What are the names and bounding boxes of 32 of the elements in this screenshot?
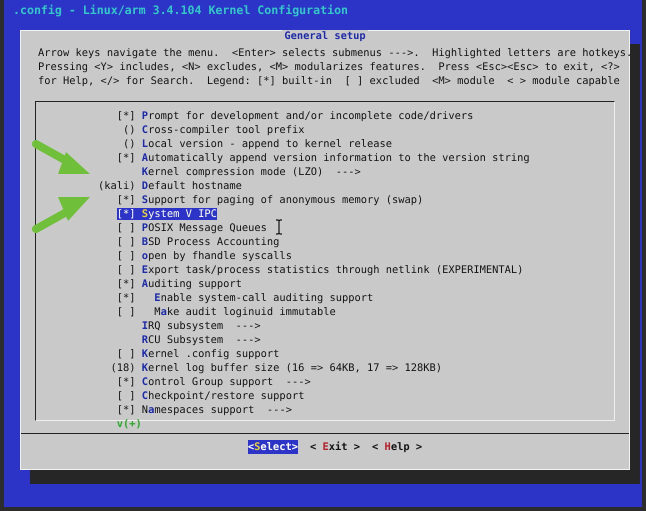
dialog-button[interactable]: < Help > (372, 440, 422, 454)
menu-item[interactable]: [ ] Make audit loginuid immutable (116, 306, 336, 318)
dialog-button[interactable]: < Exit > (310, 440, 360, 454)
dialog-button[interactable]: <Select> (248, 440, 298, 454)
menu-item[interactable]: [*] Namespaces support ---> (116, 404, 292, 416)
menu-item[interactable]: [*] Auditing support (116, 278, 242, 290)
window-title: .config - Linux/arm 3.4.104 Kernel Configuration (12, 2, 350, 19)
help-text: Arrow keys navigate the menu. <Enter> selects submenus --->. Highlighted letters are hotkeys. (38, 46, 629, 60)
menu-item[interactable]: (kali) Default hostname (98, 180, 242, 192)
menu-item[interactable]: [ ] Kernel .config support (116, 348, 280, 360)
menu-item[interactable]: [*] Enable system-call auditing support (116, 292, 374, 304)
menu-item[interactable]: [*] Automatically append version information to the version string (116, 152, 530, 164)
text-cursor-icon (275, 219, 283, 235)
menu-item[interactable]: IRQ subsystem ---> (142, 320, 261, 332)
menu-item[interactable]: Kernel compression mode (LZO) ---> (142, 166, 361, 178)
menu-item[interactable]: [ ] open by fhandle syscalls (116, 250, 292, 262)
more-indicator: v(+) (116, 418, 142, 430)
menu-item[interactable]: [*] P rompt for development and/or incomplete code/drivers (116, 110, 474, 122)
menu-item[interactable]: [ ] Export task/process statistics through netlink (EXPERIMENTAL) (116, 264, 524, 276)
menu-item[interactable]: [ ] BSD Process Accounting (116, 236, 280, 248)
menu-item[interactable]: [*] Support for paging of anonymous memory (swap) (116, 194, 424, 206)
menu-item[interactable]: [ ] POSIX Message Queues (116, 222, 267, 234)
menu-item[interactable]: RCU Subsystem ---> (142, 334, 261, 346)
menu-item[interactable]: (18) Kernel log buffer size (16 => 64KB, 17 => 128KB) (110, 362, 442, 374)
menu-item[interactable]: [*] Control Group support ---> (116, 376, 311, 388)
menu-item[interactable]: () C ross-compiler tool prefix (123, 124, 304, 136)
help-text: for Help, </> for Search. Legend: [*] built-in [ ] excluded <M> module < > module capable (38, 74, 621, 88)
help-text: Pressing <Y> includes, <N> excludes, <M> modularizes features. Press <Esc><Esc> to exit, <?> (38, 60, 621, 74)
dialog-title: General setup (282, 30, 368, 42)
menu-item[interactable]: () Local version - append to kernel release (123, 138, 392, 150)
menu-item[interactable]: [ ] Checkpoint/restore support (116, 390, 304, 402)
menu-item[interactable]: [*] System V IPC (116, 208, 217, 220)
